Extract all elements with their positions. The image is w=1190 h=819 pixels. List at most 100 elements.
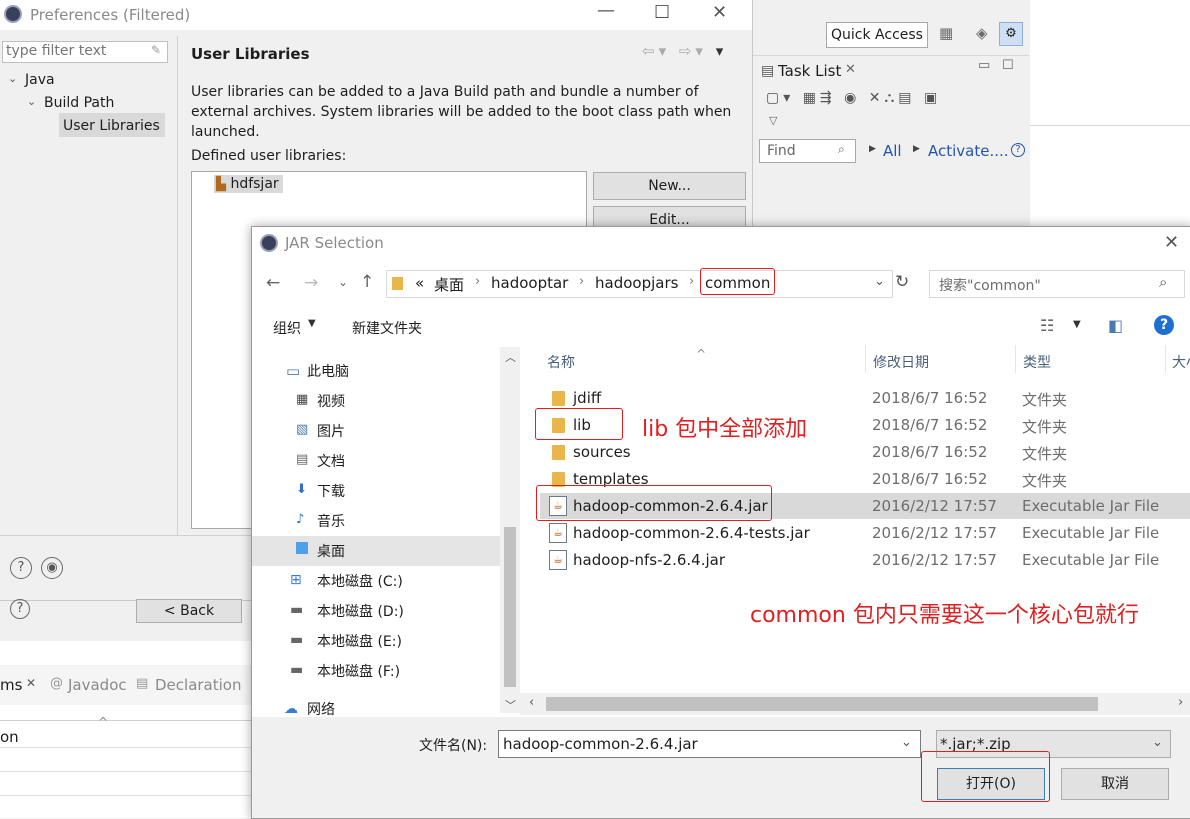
chevron-down-icon[interactable]: ⌄ [27,95,36,108]
tasklist-tab-label[interactable]: Task List [778,62,841,80]
scroll-up-icon[interactable]: ︿ [505,349,516,365]
history-nav-icons[interactable]: ⇦▾ ⇨▾ ▾ [642,42,727,60]
tree-item-build-path[interactable]: Build Path [44,95,114,111]
clear-filter-icon[interactable]: ✎ [151,43,161,57]
address-bar[interactable]: « 桌面 › hadooptar › hadoopjars › common ⌄ [386,270,893,298]
help-icon[interactable]: ? [1011,143,1025,157]
perspective-icon[interactable]: ▦ [939,24,953,42]
file-row[interactable]: lib 2018/6/7 16:52 文件夹 [540,412,1190,438]
nav-item-drive-e[interactable]: 本地磁盘 (E:) [317,631,402,651]
breadcrumb-hadoopjars[interactable]: hadoopjars [595,274,678,292]
scroll-thumb[interactable] [546,697,1098,711]
find-placeholder: Find [767,143,796,159]
jar-file-icon: ☕ [549,523,567,543]
up-arrow-icon[interactable]: ↑ [360,272,374,292]
nav-item-downloads[interactable]: 下载 [317,481,345,501]
close-icon[interactable]: ✕ [712,2,727,23]
search-field[interactable]: 搜索"common" ⌕ [929,270,1185,298]
tab-declaration[interactable]: Declaration [155,676,241,694]
chevron-down-icon[interactable]: ▼ [1073,319,1081,330]
column-date[interactable]: 修改日期 [873,352,929,372]
nav-item-desktop[interactable]: 桌面 [317,541,345,561]
breadcrumb-overflow[interactable]: « [415,274,424,292]
file-row[interactable]: ☕ hadoop-nfs-2.6.4.jar 2016/2/12 17:57 E… [540,547,1190,573]
tab-javadoc[interactable]: Javadoc [68,676,127,694]
help-icon[interactable]: ? [1154,315,1174,335]
maximize-view-icon[interactable]: ☐ [1002,58,1014,73]
list-item[interactable]: ▙ hdfsjar [214,175,283,193]
quick-access-field[interactable]: Quick Access [826,22,928,48]
maximize-icon[interactable]: ☐ [654,2,670,23]
tab-problems[interactable]: ms [0,676,22,694]
scroll-down-icon[interactable]: ﹀ [505,697,516,713]
column-size[interactable]: 大小 [1172,352,1190,372]
breadcrumb-desktop[interactable]: 桌面 [434,274,464,295]
nav-item-drive-c[interactable]: 本地磁盘 (C:) [317,571,403,591]
file-name: sources [573,443,631,461]
preferences-footer: ? ◉ [0,535,252,602]
nav-item-drive-d[interactable]: 本地磁盘 (D:) [317,601,404,621]
file-row[interactable]: jdiff 2018/6/7 16:52 文件夹 [540,385,1190,411]
nav-item-network[interactable]: 网络 [307,699,335,719]
activate-link[interactable]: Activate.... [928,142,1009,160]
chevron-down-icon[interactable]: ⌄ [8,72,17,85]
recent-dropdown-icon[interactable]: ⌄ [338,275,348,289]
preview-pane-icon[interactable]: ◧ [1108,316,1123,335]
editor-area [1030,0,1190,230]
scroll-left-icon[interactable]: ‹ [529,695,534,710]
chevron-right-icon: ▶ [913,144,920,154]
nav-item-pictures[interactable]: 图片 [317,421,345,441]
organize-menu[interactable]: 组织 [273,318,301,338]
annotation-box-common [700,268,775,295]
column-name[interactable]: 名称 [547,352,575,372]
close-tab-icon[interactable]: ✕ [26,676,36,690]
nav-item-music[interactable]: 音乐 [317,511,345,531]
tree-item-java[interactable]: Java [25,72,55,88]
find-field[interactable]: Find ⌕ [759,139,856,163]
import-export-icon[interactable]: ◉ [41,557,63,579]
forward-arrow-icon[interactable]: → [304,273,318,293]
column-header[interactable]: on [0,728,19,746]
nav-item-drive-f[interactable]: 本地磁盘 (F:) [317,661,400,681]
minimize-view-icon[interactable]: ▭ [978,58,990,73]
computer-icon: ▭ [286,362,301,380]
java-perspective-icon[interactable]: ◈ [976,24,988,42]
chevron-down-icon[interactable]: ⌄ [874,274,885,289]
filename-field[interactable]: hadoop-common-2.6.4.jar ⌄ [498,730,921,758]
column-type[interactable]: 类型 [1023,352,1051,372]
chevron-down-icon[interactable]: ⌄ [901,735,912,750]
cancel-button[interactable]: 取消 [1061,768,1169,800]
all-link[interactable]: All [883,142,902,160]
sort-indicator-icon: ^ [98,715,109,729]
refresh-icon[interactable]: ↻ [895,272,909,292]
back-arrow-icon[interactable]: ← [266,273,280,293]
nav-item-videos[interactable]: 视频 [317,391,345,411]
filter-field[interactable]: ✎ [2,41,168,63]
new-button[interactable]: New... [593,172,746,200]
new-folder-button[interactable]: 新建文件夹 [352,318,422,338]
close-icon[interactable]: ✕ [1164,232,1179,253]
nav-item-documents[interactable]: 文档 [317,451,345,471]
view-options-icon[interactable]: ☷ [1040,316,1054,335]
nav-scrollbar[interactable]: ︿ ﹀ [500,347,520,713]
file-row[interactable]: sources 2018/6/7 16:52 文件夹 [540,439,1190,465]
nav-item-this-pc[interactable]: 此电脑 [307,361,349,381]
scroll-right-icon[interactable]: › [1178,695,1183,710]
desktop-icon [296,542,308,554]
help-icon[interactable]: ? [10,557,32,579]
debug-perspective-icon[interactable]: ⚙ [999,22,1023,46]
back-button[interactable]: < Back [136,599,242,623]
horizontal-scrollbar[interactable]: ‹ › [520,693,1190,715]
drive-icon: ▬ [290,602,304,618]
filter-input[interactable] [3,42,149,60]
help-icon[interactable]: ? [10,599,30,619]
scroll-thumb[interactable] [504,527,516,687]
file-row[interactable]: ☕ hadoop-common-2.6.4-tests.jar 2016/2/1… [540,520,1190,546]
close-tab-icon[interactable]: ✕ [845,62,856,77]
tree-item-user-libraries[interactable]: User Libraries [63,118,160,134]
tasklist-toolbar-icons[interactable]: ▢▾ ▦⇶ ◉ ✕⛬▤ ▣ [766,90,941,106]
minimize-icon[interactable]: — [597,0,615,21]
documents-icon: ▤ [296,452,309,467]
view-menu-icon[interactable]: ▽ [769,114,777,127]
breadcrumb-hadooptar[interactable]: hadooptar [491,274,568,292]
